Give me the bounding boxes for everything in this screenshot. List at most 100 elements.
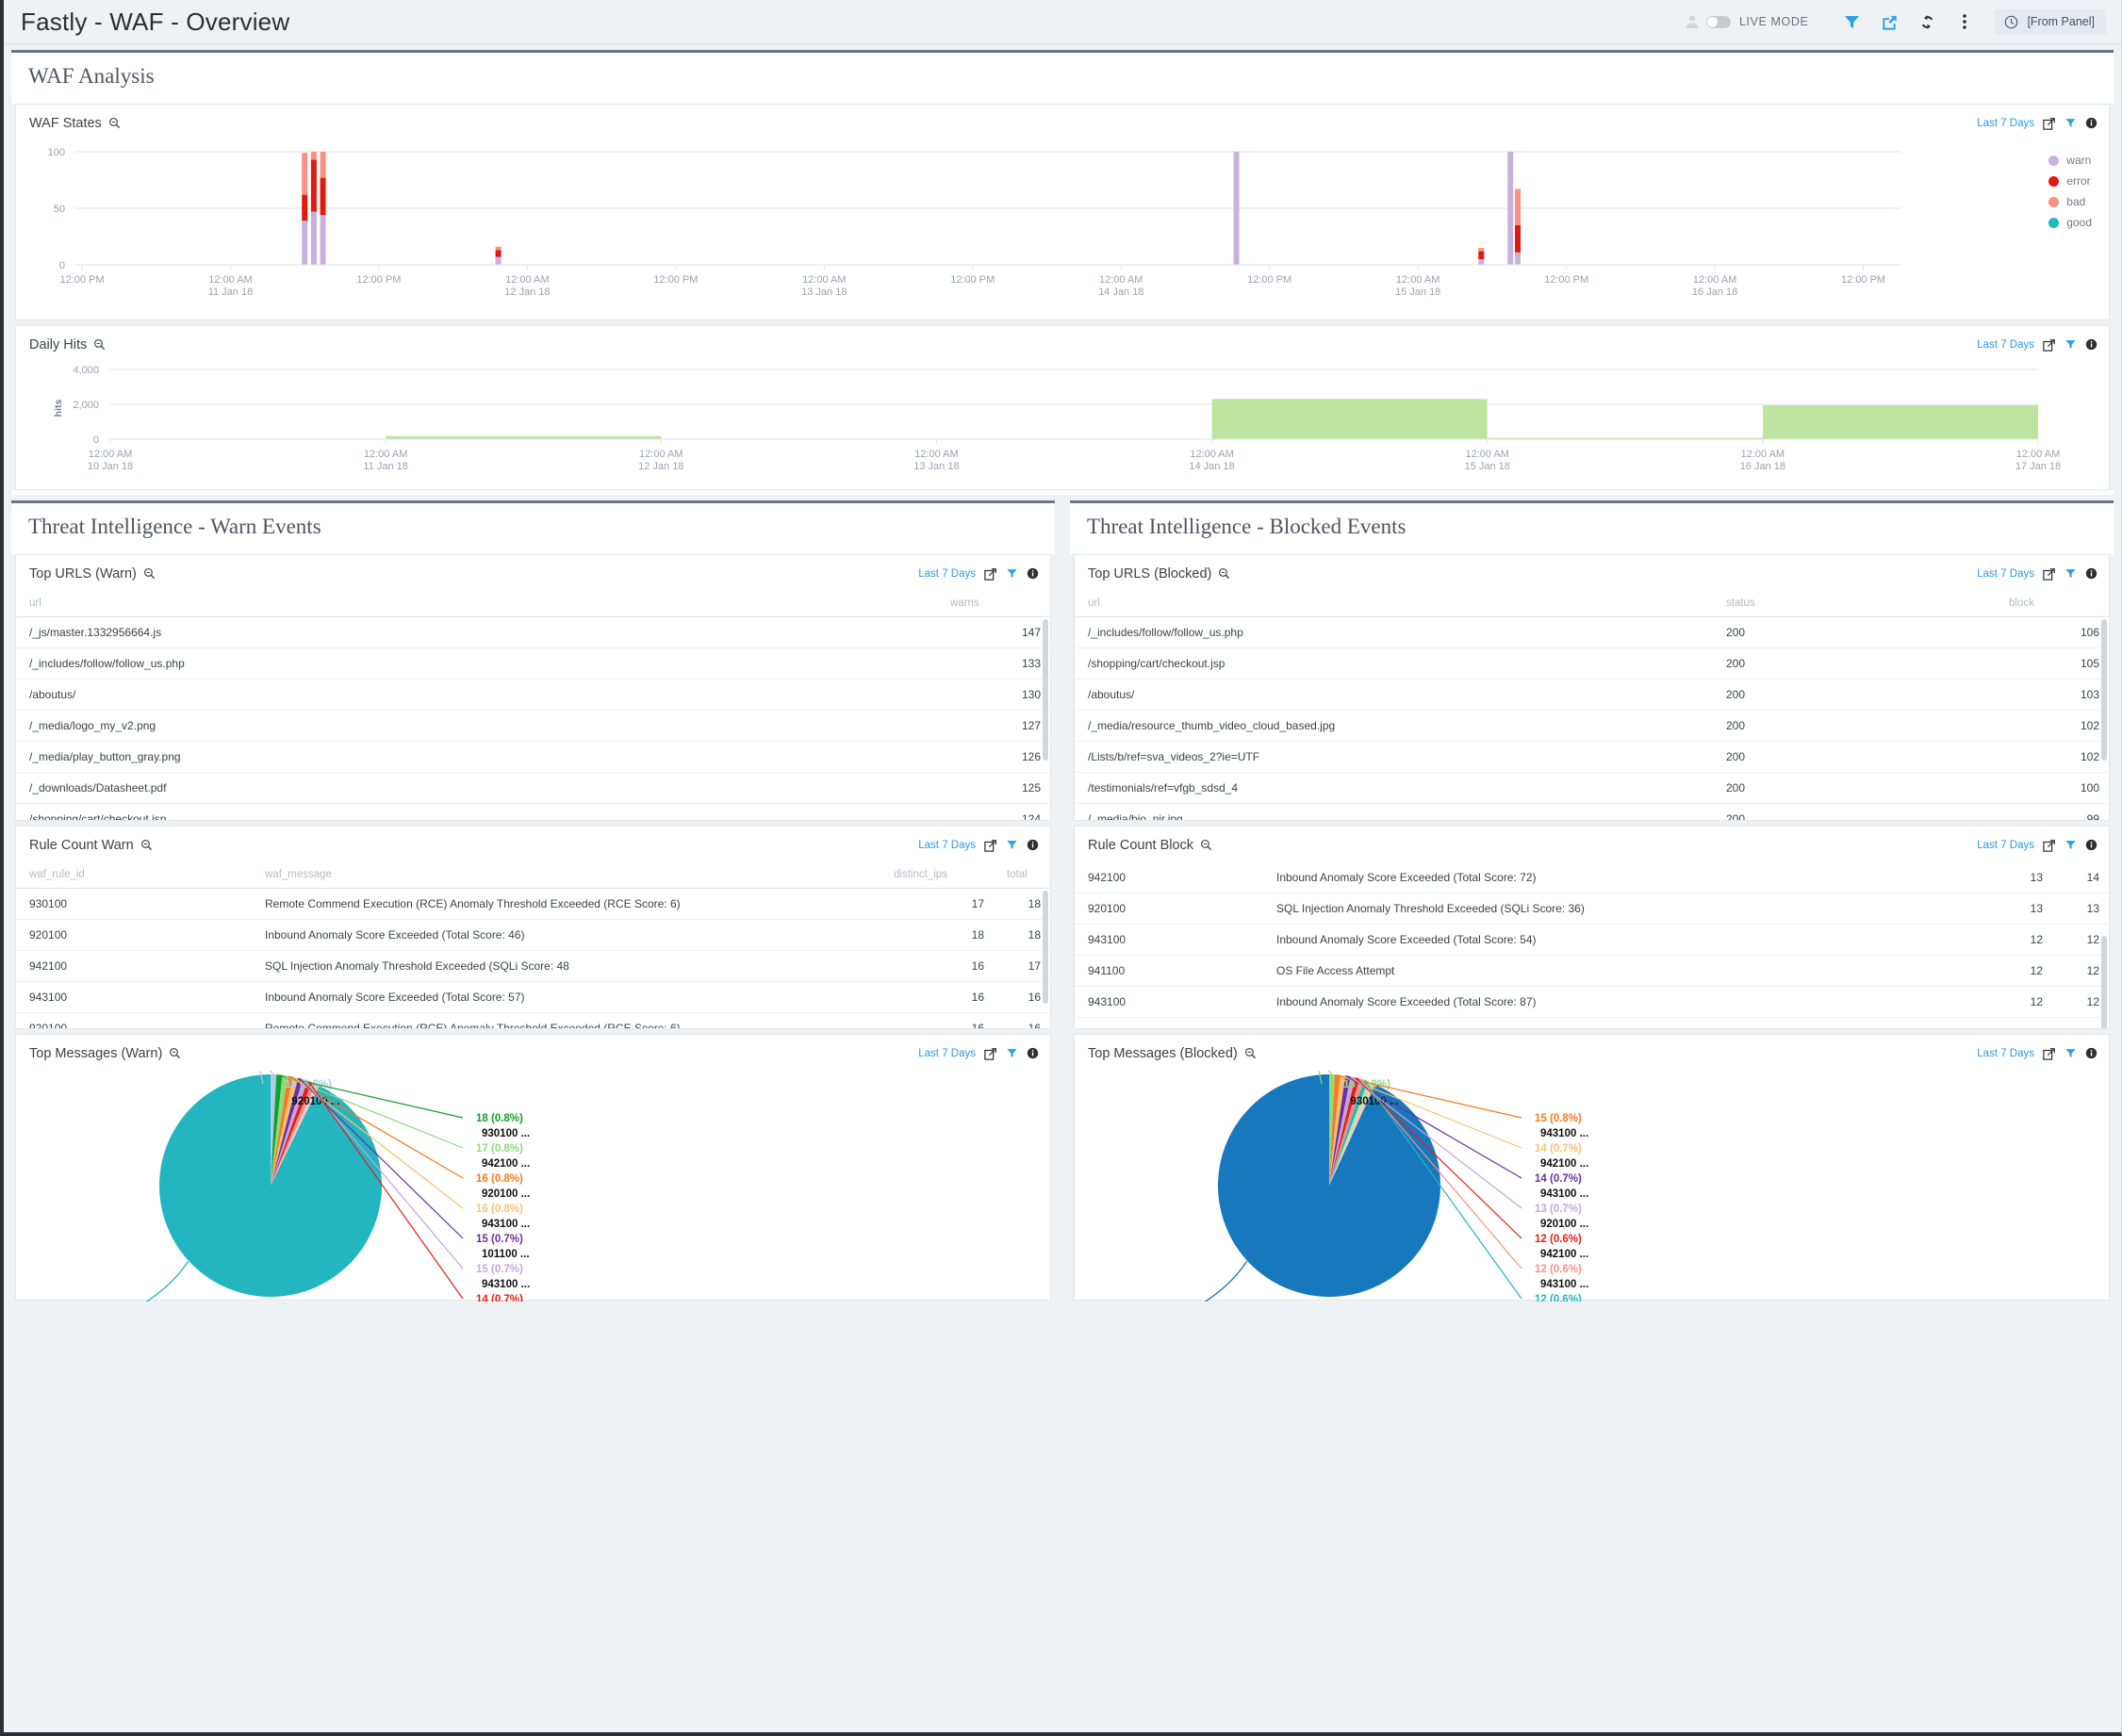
table-scrollbar[interactable] [2101,891,2107,1024]
table-row[interactable]: 920100Remote Commend Execution (RCE) Ano… [16,1013,1050,1029]
magnify-icon[interactable] [143,567,156,580]
table-scrollbar[interactable] [1043,619,1048,816]
filter-icon[interactable] [2064,1047,2077,1059]
pie-slice-label: 943100 ... [1540,1128,1588,1139]
pie-slice[interactable] [1218,1074,1440,1297]
legend-item-good[interactable]: good [2048,216,2092,229]
table-row[interactable]: /shopping/cart/checkout.jsp124 [16,804,1050,821]
table-row[interactable]: /_media/resource_thumb_video_cloud_based… [1075,711,2109,742]
range-label[interactable]: Last 7 Days [918,1048,976,1059]
column-header[interactable]: block [1996,591,2109,617]
popout-icon[interactable] [2043,338,2056,352]
table-row[interactable]: /_downloads/Datasheet.pdf125 [16,773,1050,804]
table-row[interactable]: /Lists/b/ref=sva_videos_2?ie=UTF200102 [1075,742,2109,773]
table-cell: 12 [2052,987,2109,1018]
table-row[interactable]: /aboutus/130 [16,680,1050,711]
legend-item-error[interactable]: error [2048,174,2092,188]
filter-icon[interactable] [2064,567,2077,580]
info-icon[interactable] [1027,567,1039,580]
magnify-icon[interactable] [140,839,153,851]
table-row[interactable]: 920100Inbound Anomaly Score Exceeded (To… [16,920,1050,951]
pie-slice-label: 920100 ... [482,1188,530,1200]
column-header[interactable]: waf_rule_id [16,862,252,889]
info-icon[interactable] [2085,338,2097,351]
table-cell: 16 [880,1013,994,1029]
column-header[interactable]: distinct_ips [880,862,994,889]
popout-icon[interactable] [984,567,997,581]
table-row[interactable]: 942100Inbound Anomaly Score Exceeded (To… [1075,1018,2109,1029]
table-row[interactable]: 941100OS File Access Attempt1212 [1075,956,2109,987]
popout-icon[interactable] [984,839,997,852]
table-cell: 18 [994,889,1050,920]
filter-icon[interactable] [2064,117,2077,129]
range-label[interactable]: Last 7 Days [918,568,976,580]
table-row[interactable]: /_media/bio_nir.jpg20099 [1075,804,2109,821]
table-row[interactable]: 943100Inbound Anomaly Score Exceeded (To… [16,982,1050,1013]
column-header[interactable]: url [1075,591,1713,617]
legend-item-warn[interactable]: warn [2048,154,2092,167]
range-label[interactable]: Last 7 Days [1977,1048,2034,1059]
column-header[interactable]: status [1713,591,1996,617]
magnify-icon[interactable] [1200,839,1212,851]
table-row[interactable]: 942100Inbound Anomaly Score Exceeded (To… [1075,862,2109,893]
popout-icon[interactable] [2043,1047,2056,1060]
time-range-selector[interactable]: [From Panel] [1995,9,2106,35]
filter-icon[interactable] [1006,567,1018,580]
pie-slice[interactable] [159,1074,382,1297]
table-row[interactable]: 943100Inbound Anomaly Score Exceeded (To… [1075,925,2109,956]
table-row[interactable]: 930100Remote Commend Execution (RCE) Ano… [16,889,1050,920]
magnify-icon[interactable] [169,1047,181,1059]
table-cell: 920100 [16,920,252,951]
refresh-icon[interactable] [1914,8,1940,35]
panel-title-top-urls-warn: Top URLS (Warn) [29,566,137,581]
table-row[interactable]: /_media/play_button_gray.png126 [16,742,1050,773]
table-row[interactable]: /_includes/follow/follow_us.php133 [16,648,1050,680]
column-header[interactable]: url [16,591,937,617]
table-row[interactable]: 942100SQL Injection Anomaly Threshold Ex… [16,951,1050,982]
magnify-icon[interactable] [1218,567,1230,580]
table-row[interactable]: 920100SQL Injection Anomaly Threshold Ex… [1075,893,2109,925]
range-label[interactable]: Last 7 Days [1977,339,2034,351]
filter-icon[interactable] [2064,839,2077,851]
share-icon[interactable] [1876,8,1902,35]
column-header[interactable]: total [994,862,1050,889]
column-header[interactable]: waf_message [252,862,880,889]
popout-icon[interactable] [2043,117,2056,130]
table-row[interactable]: /_media/logo_my_v2.png127 [16,711,1050,742]
pie-slice-value: 12 (0.6%) [1535,1294,1582,1302]
popout-icon[interactable] [2043,567,2056,581]
range-label[interactable]: Last 7 Days [918,840,976,851]
popout-icon[interactable] [984,1047,997,1060]
filter-icon[interactable] [1006,1047,1018,1059]
filter-icon[interactable] [2064,338,2077,351]
info-icon[interactable] [2085,117,2097,129]
magnify-icon[interactable] [108,117,121,129]
magnify-icon[interactable] [1244,1047,1257,1059]
table-row[interactable]: /_includes/follow/follow_us.php200106 [1075,617,2109,648]
table-scrollbar[interactable] [1043,891,1048,1024]
table-row[interactable]: /aboutus/200103 [1075,680,2109,711]
table-row[interactable]: 943100Inbound Anomaly Score Exceeded (To… [1075,987,2109,1018]
legend-item-bad[interactable]: bad [2048,195,2092,208]
range-label[interactable]: Last 7 Days [1977,568,2034,580]
table-row[interactable]: /shopping/cart/checkout.jsp200105 [1075,648,2109,680]
filter-icon[interactable] [1838,8,1865,35]
info-icon[interactable] [1027,839,1039,851]
x-axis-tick: 11 Jan 18 [208,287,254,298]
table-row[interactable]: /testimonials/ref=vfgb_sdsd_4200100 [1075,773,2109,804]
table-row[interactable]: /_js/master.1332956664.js147 [16,617,1050,648]
live-mode-toggle[interactable] [1706,16,1731,28]
more-icon[interactable] [1951,8,1978,35]
range-label[interactable]: Last 7 Days [1977,840,2034,851]
table-cell: 920100 [1075,893,1263,925]
table-scrollbar[interactable] [2101,619,2107,816]
filter-icon[interactable] [1006,839,1018,851]
column-header[interactable]: warns [937,591,1050,617]
info-icon[interactable] [2085,567,2097,580]
info-icon[interactable] [2085,1047,2097,1059]
magnify-icon[interactable] [93,338,106,351]
range-label[interactable]: Last 7 Days [1977,118,2034,129]
popout-icon[interactable] [2043,839,2056,852]
info-icon[interactable] [1027,1047,1039,1059]
info-icon[interactable] [2085,839,2097,851]
